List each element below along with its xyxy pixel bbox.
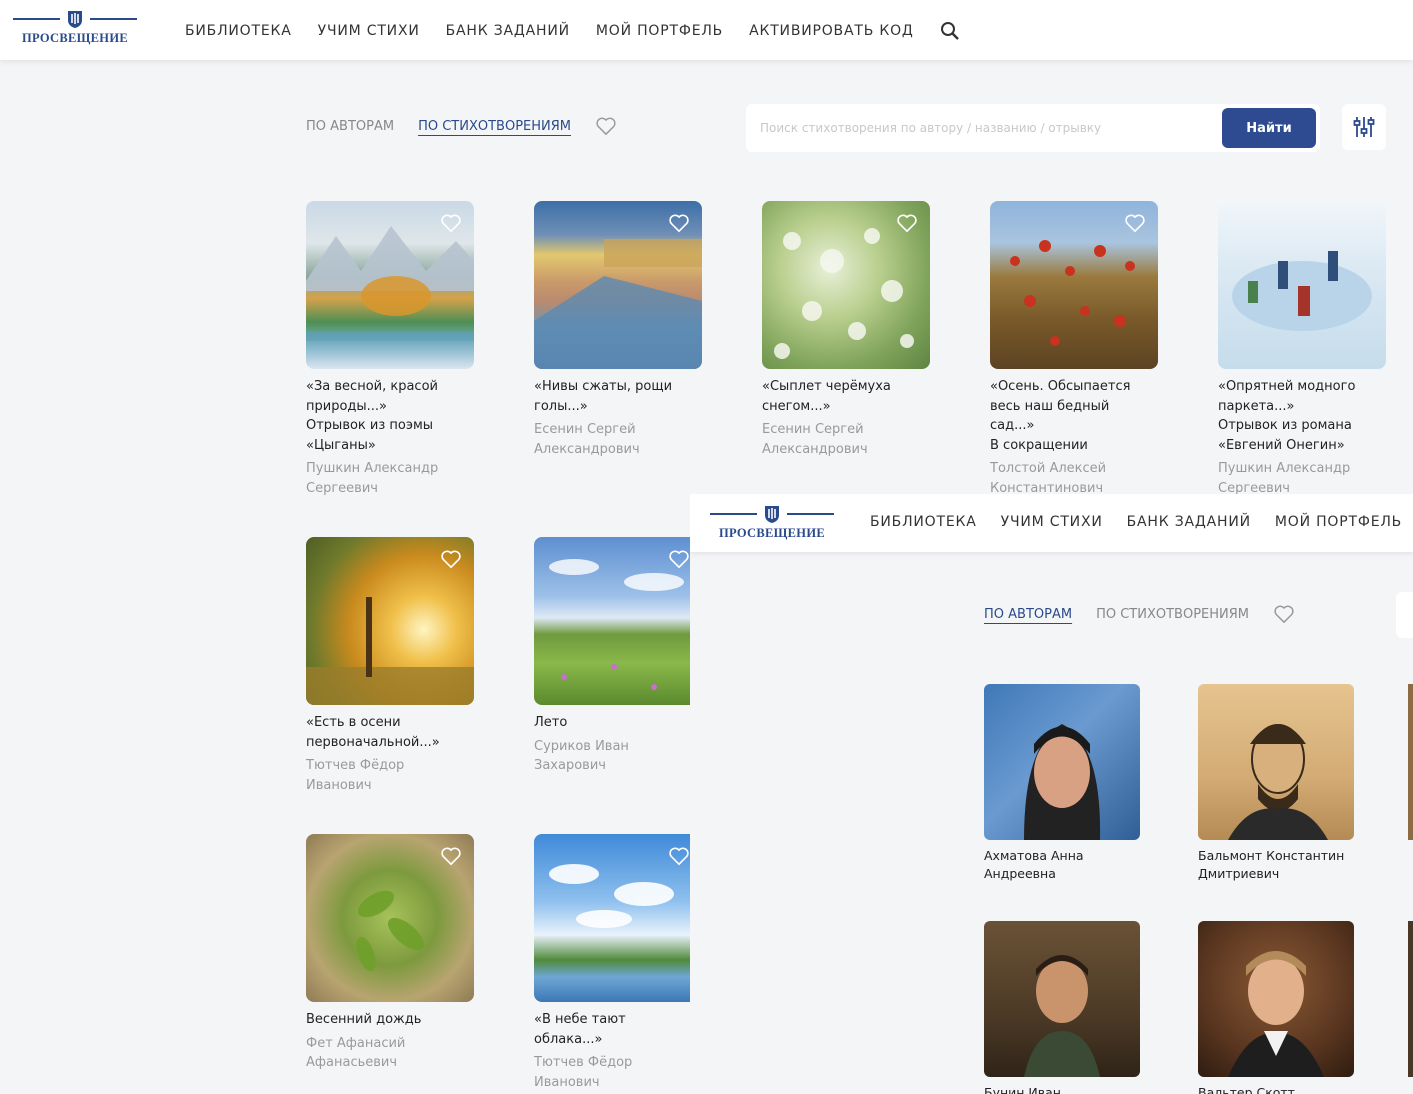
logo-text: ПРОСВЕЩЕНИЕ bbox=[21, 31, 128, 45]
poem-title: «Опрятней модного паркета...» Отрывок из… bbox=[1218, 379, 1356, 453]
author-card[interactable]: Бунин Иван bbox=[984, 921, 1142, 1094]
author-name: Ахматова Анна Андреевна bbox=[984, 848, 1084, 881]
author-name: Бунин Иван bbox=[984, 1085, 1061, 1094]
poem-image-autumn-sun-trees bbox=[306, 537, 474, 705]
poem-card[interactable]: Весенний дождь Фет Афанасий Афанасьевич bbox=[306, 834, 476, 1073]
poem-image-mountains-seasons bbox=[306, 201, 474, 369]
nav-my-portfolio[interactable]: МОЙ ПОРТФЕЛЬ bbox=[596, 23, 723, 39]
poem-title: «За весной, красой природы...» Отрывок и… bbox=[306, 379, 438, 453]
poem-image-bird-cherry-blossom bbox=[762, 201, 930, 369]
tab-by-authors[interactable]: ПО АВТОРАМ bbox=[306, 119, 394, 134]
author-portrait-scott bbox=[1198, 921, 1354, 1077]
author-card[interactable]: Вальтер Скотт bbox=[1198, 921, 1356, 1094]
heart-icon[interactable] bbox=[896, 213, 918, 233]
nav-task-bank[interactable]: БАНК ЗАДАНИЙ bbox=[446, 23, 570, 39]
nav-my-portfolio[interactable]: МОЙ ПОРТФЕЛЬ bbox=[1275, 514, 1402, 530]
heart-icon[interactable] bbox=[595, 116, 617, 136]
poem-image-field-river bbox=[534, 201, 702, 369]
poem-author: Суриков Иван Захарович bbox=[534, 738, 629, 774]
poem-card[interactable]: «В небе тают облака...» Тютчев Фёдор Ива… bbox=[534, 834, 704, 1092]
poem-image-children-skating bbox=[1218, 201, 1386, 369]
tab-by-poems[interactable]: ПО СТИХОТВОРЕНИЯМ bbox=[418, 119, 571, 134]
overlay-search-edge bbox=[1396, 592, 1413, 638]
nav-learn-poems[interactable]: УЧИМ СТИХИ bbox=[318, 23, 420, 39]
poem-card[interactable]: «Сыплет черёмуха снегом...» Есенин Серге… bbox=[762, 201, 932, 459]
poem-author: Фет Афанасий Афанасьевич bbox=[306, 1035, 406, 1071]
prosveshchenie-logo[interactable]: ПРОСВЕЩЕНИЕ bbox=[710, 504, 834, 541]
heart-icon[interactable] bbox=[1273, 604, 1295, 624]
poem-image-green-leaves bbox=[306, 834, 474, 1002]
author-name: Вальтер Скотт bbox=[1198, 1085, 1295, 1094]
heart-icon[interactable] bbox=[668, 549, 690, 569]
nav-learn-poems[interactable]: УЧИМ СТИХИ bbox=[1001, 514, 1103, 530]
logo-emblem-icon bbox=[765, 506, 779, 523]
heart-icon[interactable] bbox=[440, 549, 462, 569]
main-nav: БИБЛИОТЕКА УЧИМ СТИХИ БАНК ЗАДАНИЙ МОЙ П… bbox=[185, 21, 960, 41]
portrait-graphic bbox=[1024, 724, 1101, 840]
heart-icon[interactable] bbox=[440, 846, 462, 866]
authors-view-overlay: ПРОСВЕЩЕНИЕ БИБЛИОТЕКА УЧИМ СТИХИ БАНК З… bbox=[690, 494, 1413, 1094]
tab-by-authors[interactable]: ПО АВТОРАМ bbox=[984, 607, 1072, 622]
heart-icon[interactable] bbox=[1124, 213, 1146, 233]
top-header: ПРОСВЕЩЕНИЕ БИБЛИОТЕКА УЧИМ СТИХИ БАНК З… bbox=[0, 0, 1413, 60]
logo-text: ПРОСВЕЩЕНИЕ bbox=[718, 526, 825, 540]
poem-card[interactable]: «За весной, красой природы...» Отрывок и… bbox=[306, 201, 476, 498]
author-name: Бальмонт Константин Дмитриевич bbox=[1198, 848, 1345, 881]
poem-search-input[interactable] bbox=[760, 121, 1210, 135]
sliders-icon bbox=[1353, 117, 1375, 137]
logo-emblem-icon bbox=[68, 11, 82, 28]
heart-icon[interactable] bbox=[668, 213, 690, 233]
poem-title: «Сыплет черёмуха снегом...» bbox=[762, 379, 891, 414]
author-card[interactable]: Бальмонт Константин Дмитриевич bbox=[1198, 684, 1356, 883]
author-card[interactable]: Ахматова Анна Андреевна bbox=[984, 684, 1142, 883]
poem-card[interactable]: «Есть в осени первоначальной...» Тютчев … bbox=[306, 537, 476, 795]
poem-title: «Есть в осени первоначальной...» bbox=[306, 715, 440, 750]
poem-card[interactable]: «Нивы сжаты, рощи голы...» Есенин Сергей… bbox=[534, 201, 704, 459]
poem-title: «В небе тают облака...» bbox=[534, 1012, 626, 1047]
author-portrait-balmont bbox=[1198, 684, 1354, 840]
prosveshchenie-logo[interactable]: ПРОСВЕЩЕНИЕ bbox=[13, 9, 137, 46]
portrait-graphic bbox=[1228, 951, 1324, 1077]
poem-title: «Осень. Обсыпается весь наш бедный сад..… bbox=[990, 379, 1131, 453]
nav-task-bank[interactable]: БАНК ЗАДАНИЙ bbox=[1127, 514, 1251, 530]
portrait-graphic bbox=[1228, 724, 1328, 840]
heart-icon[interactable] bbox=[440, 213, 462, 233]
filter-button[interactable] bbox=[1342, 104, 1386, 150]
catalog-tabs: ПО АВТОРАМ ПО СТИХОТВОРЕНИЯМ bbox=[306, 116, 617, 136]
poem-image-summer-meadow bbox=[534, 537, 702, 705]
poem-image-sky-river bbox=[534, 834, 702, 1002]
skating-graphic bbox=[1232, 251, 1372, 331]
find-button[interactable]: Найти bbox=[1222, 108, 1316, 148]
poem-author: Есенин Сергей Александрович bbox=[534, 422, 640, 457]
nav-library[interactable]: БИБЛИОТЕКА bbox=[870, 514, 977, 530]
author-portrait-bunin bbox=[984, 921, 1140, 1077]
poem-author: Тютчев Фёдор Иванович bbox=[534, 1055, 633, 1090]
heart-icon[interactable] bbox=[668, 846, 690, 866]
overlay-nav: БИБЛИОТЕКА УЧИМ СТИХИ БАНК ЗАДАНИЙ МОЙ П… bbox=[870, 514, 1413, 530]
portrait-graphic bbox=[1024, 955, 1100, 1077]
poem-title: Весенний дождь bbox=[306, 1012, 422, 1027]
poem-author: Есенин Сергей Александрович bbox=[762, 422, 868, 457]
cut-off-portrait bbox=[1408, 684, 1413, 840]
overlay-tabs: ПО АВТОРАМ ПО СТИХОТВОРЕНИЯМ bbox=[984, 604, 1295, 624]
poem-title: «Нивы сжаты, рощи голы...» bbox=[534, 379, 673, 414]
poem-image-autumn-rowan bbox=[990, 201, 1158, 369]
overlay-header: ПРОСВЕЩЕНИЕ БИБЛИОТЕКА УЧИМ СТИХИ БАНК З… bbox=[690, 494, 1413, 552]
author-portrait-akhmatova bbox=[984, 684, 1140, 840]
poem-title: Лето bbox=[534, 715, 568, 730]
poem-author: Пушкин Александр Сергеевич bbox=[1218, 461, 1351, 496]
search-icon[interactable] bbox=[940, 21, 960, 41]
poem-card[interactable]: «Осень. Обсыпается весь наш бедный сад..… bbox=[990, 201, 1160, 498]
nav-activate-code[interactable]: АКТИВИРОВАТЬ КОД bbox=[749, 23, 914, 39]
poem-card[interactable]: Лето Суриков Иван Захарович bbox=[534, 537, 704, 776]
poem-search-box: Найти bbox=[746, 104, 1320, 152]
cut-off-portrait bbox=[1408, 921, 1413, 1077]
poem-author: Толстой Алексей Константинович bbox=[990, 461, 1107, 496]
poem-author: Пушкин Александр Сергеевич bbox=[306, 461, 439, 496]
tab-by-poems[interactable]: ПО СТИХОТВОРЕНИЯМ bbox=[1096, 607, 1249, 622]
poem-card[interactable]: «Опрятней модного паркета...» Отрывок из… bbox=[1218, 201, 1388, 498]
poem-author: Тютчев Фёдор Иванович bbox=[306, 758, 405, 793]
nav-library[interactable]: БИБЛИОТЕКА bbox=[185, 23, 292, 39]
